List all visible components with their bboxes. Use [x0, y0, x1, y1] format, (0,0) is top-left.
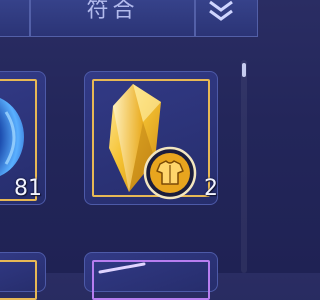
- tab-filter[interactable]: 符合: [30, 0, 195, 36]
- shirt-badge-icon: [143, 146, 197, 200]
- top-tab-bar: 符合: [0, 0, 258, 37]
- item-count: 2: [204, 176, 218, 201]
- item-count: 81: [14, 176, 42, 201]
- orb-icon: [0, 97, 24, 177]
- scrollbar-thumb[interactable]: [242, 63, 246, 77]
- item-slot[interactable]: [0, 252, 46, 300]
- arrow-icon: [98, 262, 146, 274]
- tab-filter-label: 符合: [86, 0, 139, 23]
- tab-left[interactable]: [0, 0, 30, 36]
- double-chevron-down-icon[interactable]: [206, 0, 236, 24]
- item-frame: [0, 260, 37, 300]
- scrollbar-track[interactable]: [241, 60, 247, 273]
